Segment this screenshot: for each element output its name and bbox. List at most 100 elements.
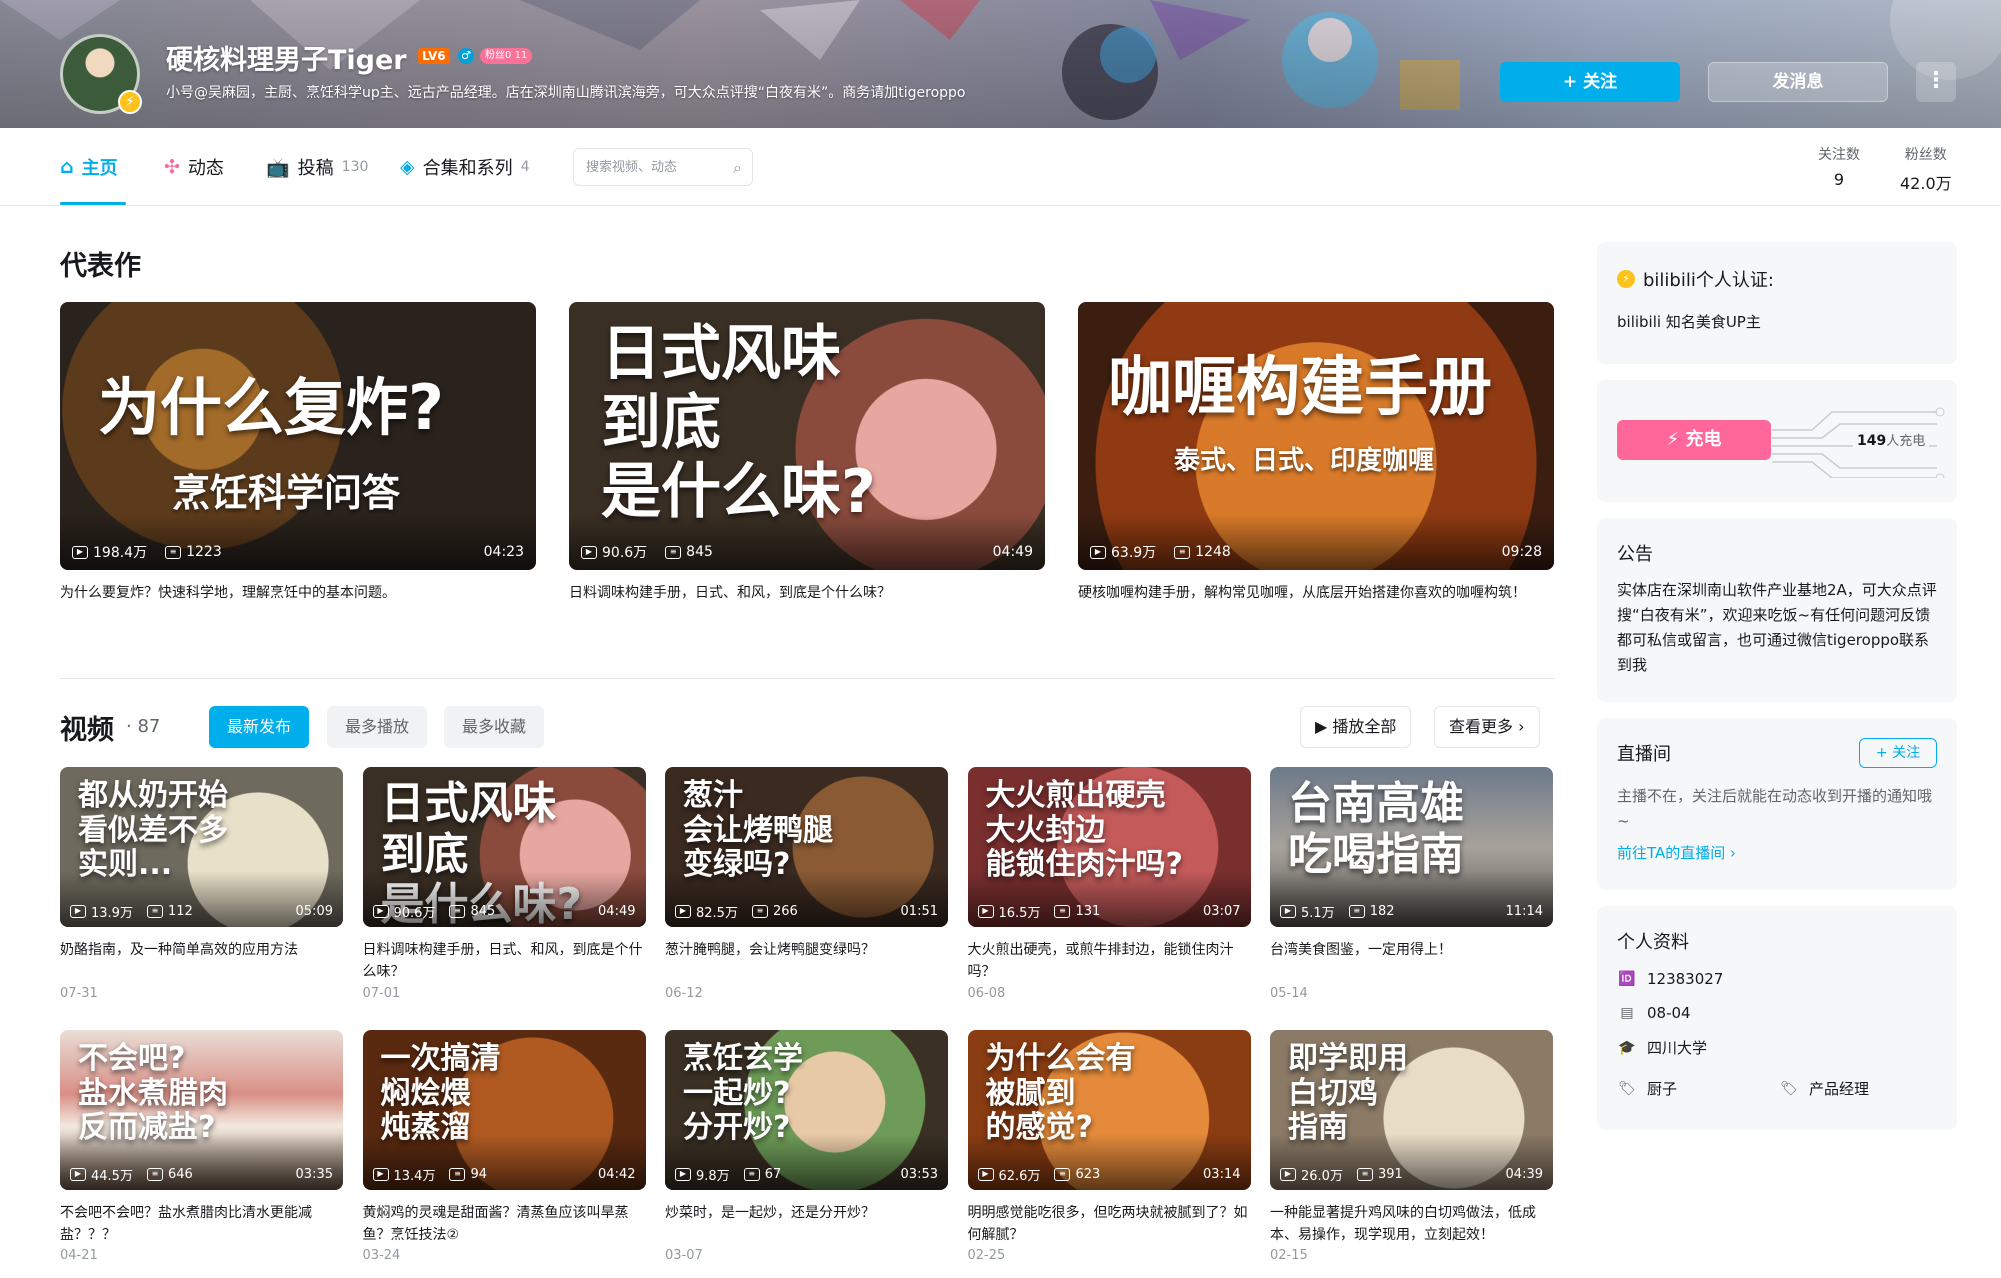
video-card[interactable]: 葱汁 会让烤鸭腿 变绿吗? ▶ 82.5万 ≡ 266 01:51 葱汁腌鸭腿，… — [665, 767, 948, 1001]
fan-medal-badge[interactable]: 粉丝0 11 — [480, 48, 533, 64]
video-stats: ▶ 62.6万 ≡ 623 03:14 — [977, 1165, 1241, 1184]
following-label: 关注数 — [1818, 147, 1860, 163]
video-stats: ▶ 16.5万 ≡ 131 03:07 — [977, 902, 1241, 921]
tab-dynamic[interactable]: ✣ 动态 — [164, 154, 224, 180]
video-card[interactable]: 都从奶开始 看似差不多 实则... ▶ 13.9万 ≡ 112 05:09 奶酪… — [60, 767, 343, 1001]
video-duration: 03:14 — [1203, 1167, 1241, 1182]
video-title[interactable]: 日料调味构建手册，日式、和风，到底是个什么味？ — [363, 939, 646, 983]
video-title[interactable]: 葱汁腌鸭腿，会让烤鸭腿变绿吗？ — [665, 939, 948, 983]
video-stats: ▶ 26.0万 ≡ 391 04:39 — [1280, 1165, 1543, 1184]
video-card[interactable]: 烹饪玄学 一起炒? 分开炒? ▶ 9.8万 ≡ 67 03:53 炒菜时，是一起… — [665, 1030, 948, 1263]
video-card[interactable]: 为什么会有 被腻到 的感觉? ▶ 62.6万 ≡ 623 03:14 明明感觉能… — [967, 1030, 1251, 1263]
send-message-button[interactable]: 发消息 — [1708, 62, 1888, 102]
video-thumbnail[interactable]: 一次搞清 焖烩煨 炖蒸溜 ▶ 13.4万 ≡ 94 04:42 — [362, 1030, 646, 1190]
tab-uploads[interactable]: 📺 投稿 130 — [266, 154, 368, 180]
video-stats: ▶ 13.4万 ≡ 94 04:42 — [372, 1165, 636, 1184]
video-thumbnail[interactable]: 咖喱构建手册 泰式、日式、印度咖喱 ▶ 63.9万 ≡ 1248 09:28 — [1078, 302, 1554, 570]
video-thumbnail[interactable]: 烹饪玄学 一起炒? 分开炒? ▶ 9.8万 ≡ 67 03:53 — [665, 1030, 948, 1190]
video-title[interactable]: 明明感觉能吃很多，但吃两块就被腻到了？如何解腻？ — [968, 1202, 1251, 1246]
video-card[interactable]: 即学即用 白切鸡 指南 ▶ 26.0万 ≡ 391 04:39 一种能显著提升鸡… — [1270, 1030, 1553, 1263]
video-thumbnail[interactable]: 日式风味 到底 是什么味? ▶ 90.6万 ≡ 845 04:49 — [569, 302, 1045, 570]
video-thumbnail[interactable]: 不会吧? 盐水煮腊肉 反而减盐? ▶ 44.5万 ≡ 646 03:35 — [60, 1030, 343, 1190]
search-icon[interactable]: ⌕ — [733, 158, 742, 178]
video-card[interactable]: 台南高雄 吃喝指南 ▶ 5.1万 ≡ 182 11:14 台湾美食图鉴，一定用得… — [1270, 767, 1553, 1001]
video-title[interactable]: 为什么要复炸？快速科学地，理解烹饪中的基本问题。 — [60, 582, 536, 604]
more-options-button[interactable]: ⋮ — [1916, 62, 1956, 102]
video-thumbnail[interactable]: 即学即用 白切鸡 指南 ▶ 26.0万 ≡ 391 04:39 — [1270, 1030, 1553, 1190]
charge-button[interactable]: ⚡ 充电 — [1617, 420, 1771, 460]
video-thumbnail[interactable]: 为什么会有 被腻到 的感觉? ▶ 62.6万 ≡ 623 03:14 — [967, 1030, 1251, 1190]
video-title[interactable]: 大火煎出硬壳，或煎牛排封边，能锁住肉汁吗？ — [968, 939, 1251, 983]
video-thumbnail[interactable]: 葱汁 会让烤鸭腿 变绿吗? ▶ 82.5万 ≡ 266 01:51 — [665, 767, 948, 927]
video-duration: 01:51 — [900, 904, 938, 919]
charge-suffix: 人充电 — [1886, 434, 1926, 449]
video-thumbnail[interactable]: 日式风味 到底 是什么味? ▶ 90.6万 ≡ 845 04:49 — [362, 767, 646, 927]
masterpiece-card[interactable]: 咖喱构建手册 泰式、日式、印度咖喱 ▶ 63.9万 ≡ 1248 09:28 硬… — [1078, 302, 1554, 604]
see-more-button[interactable]: 查看更多 › — [1434, 706, 1540, 748]
masterpiece-card[interactable]: 日式风味 到底 是什么味? ▶ 90.6万 ≡ 845 04:49 日料调味构建… — [569, 302, 1045, 604]
video-thumbnail[interactable]: 为什么复炸? 烹饪科学问答 ▶ 198.4万 ≡ 1223 04:23 — [60, 302, 536, 570]
video-title[interactable]: 一种能显著提升鸡风味的白切鸡做法，低成本、易操作，现学现用，立刻起效！ — [1270, 1202, 1553, 1246]
video-date: 02-15 — [1270, 1248, 1308, 1263]
tab-collections[interactable]: ◈ 合集和系列 4 — [400, 154, 530, 180]
play-count-icon: ▶ — [675, 1168, 691, 1181]
play-count-icon: ▶ — [675, 905, 691, 918]
video-title[interactable]: 炒菜时，是一起炒，还是分开炒？ — [665, 1202, 948, 1246]
video-duration: 04:49 — [598, 904, 636, 919]
danmaku-icon: ≡ — [449, 905, 466, 918]
section-divider — [60, 678, 1555, 679]
search-box: ⌕ — [573, 148, 753, 186]
username: 硬核料理男子Tiger — [166, 45, 407, 76]
search-input[interactable] — [586, 149, 726, 185]
sort-latest-button[interactable]: 最新发布 — [209, 706, 310, 748]
school-value: 四川大学 — [1647, 1039, 1708, 1057]
thumbnail-subheadline: 泰式、日式、印度咖喱 — [1174, 446, 1435, 476]
school-row[interactable]: 🎓 四川大学 — [1617, 1037, 1707, 1058]
video-card[interactable]: 一次搞清 焖烩煨 炖蒸溜 ▶ 13.4万 ≡ 94 04:42 黄焖鸡的灵魂是甜… — [362, 1030, 646, 1263]
sort-most-favorited-button[interactable]: 最多收藏 — [444, 706, 545, 748]
live-follow-button[interactable]: + 关注 — [1859, 738, 1937, 768]
video-thumbnail[interactable]: 都从奶开始 看似差不多 实则... ▶ 13.9万 ≡ 112 05:09 — [60, 767, 343, 927]
video-duration: 09:28 — [1501, 544, 1542, 560]
tab-uploads-label: 投稿 — [297, 158, 334, 179]
charge-info[interactable]: 149人充电 — [1853, 430, 1930, 449]
video-title[interactable]: 日料调味构建手册，日式、和风，到底是个什么味？ — [569, 582, 1045, 604]
tag-pm[interactable]: 🏷 产品经理 — [1779, 1078, 1869, 1099]
video-card[interactable]: 日式风味 到底 是什么味? ▶ 90.6万 ≡ 845 04:49 日料调味构建… — [362, 767, 646, 1001]
danmaku-count: 112 — [167, 904, 193, 919]
view-count: 13.9万 — [91, 906, 133, 921]
profile-sign: 小号@吴麻园，主厨、烹饪科学up主、远古产品经理。店在深圳南山腾讯滨海旁，可大众… — [166, 85, 966, 101]
video-title[interactable]: 硬核咖喱构建手册，解构常见咖喱，从底层开始搭建你喜欢的咖喱构筑！ — [1078, 582, 1554, 604]
tag-icon: 🏷 — [1618, 1080, 1636, 1097]
video-thumbnail[interactable]: 台南高雄 吃喝指南 ▶ 5.1万 ≡ 182 11:14 — [1270, 767, 1553, 927]
sort-most-played-button[interactable]: 最多播放 — [327, 706, 428, 748]
danmaku-count: 845 — [686, 544, 713, 560]
video-title[interactable]: 黄焖鸡的灵魂是甜面酱？清蒸鱼应该叫旱蒸鱼？烹饪技法② — [363, 1202, 646, 1246]
thumbnail-headline: 为什么复炸? — [98, 371, 444, 444]
notice-panel: 公告 实体店在深圳南山软件产业基地2A，可大众点评搜“白夜有米”，欢迎来吃饭~有… — [1597, 518, 1957, 702]
video-thumbnail[interactable]: 大火煎出硬壳 大火封边 能锁住肉汁吗? ▶ 16.5万 ≡ 131 03:07 — [967, 767, 1251, 927]
following-stat[interactable]: 关注数 9 — [1818, 144, 1860, 189]
video-title[interactable]: 不会吧不会吧？盐水煮腊肉比清水更能减盐？？？ — [60, 1202, 343, 1246]
tab-home[interactable]: ⌂ 主页 — [60, 154, 118, 180]
video-card[interactable]: 大火煎出硬壳 大火封边 能锁住肉汁吗? ▶ 16.5万 ≡ 131 03:07 … — [967, 767, 1251, 1001]
verified-badge-icon: ⚡ — [118, 90, 142, 114]
masterpiece-card[interactable]: 为什么复炸? 烹饪科学问答 ▶ 198.4万 ≡ 1223 04:23 为什么要… — [60, 302, 536, 604]
followers-stat[interactable]: 粉丝数 42.0万 — [1900, 144, 1952, 194]
danmaku-count: 67 — [764, 1167, 782, 1182]
uid-row: 🆔 12383027 — [1617, 970, 1723, 988]
view-count: 26.0万 — [1301, 1169, 1343, 1184]
video-title[interactable]: 台湾美食图鉴，一定用得上！ — [1270, 939, 1553, 983]
play-count-icon: ▶ — [1280, 905, 1296, 918]
video-card[interactable]: 不会吧? 盐水煮腊肉 反而减盐? ▶ 44.5万 ≡ 646 03:35 不会吧… — [60, 1030, 343, 1263]
follow-button[interactable]: + 关注 — [1500, 62, 1680, 102]
danmaku-icon: ≡ — [449, 1168, 466, 1181]
tab-collections-count: 4 — [520, 159, 530, 175]
video-title[interactable]: 奶酪指南，及一种简单高效的应用方法 — [60, 939, 343, 983]
danmaku-count: 94 — [470, 1167, 487, 1182]
tag-chef[interactable]: 🏷 厨子 — [1617, 1078, 1677, 1099]
live-room-link[interactable]: 前往TA的直播间 › — [1617, 842, 1736, 863]
view-count: 63.9万 — [1111, 545, 1157, 561]
play-all-button[interactable]: ▶ 播放全部 — [1300, 706, 1412, 748]
video-duration: 04:39 — [1505, 1167, 1543, 1182]
